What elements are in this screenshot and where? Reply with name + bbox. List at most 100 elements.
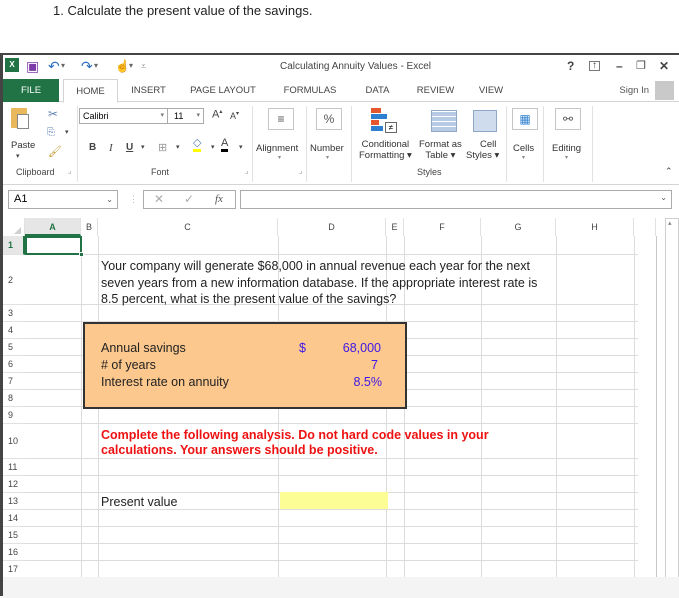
row-header-5[interactable]: 5: [3, 339, 25, 356]
number-format-icon[interactable]: %: [316, 108, 342, 130]
undo-icon[interactable]: ↶: [48, 58, 60, 74]
name-box[interactable]: A1 ⌄: [8, 190, 118, 209]
customize-qat-icon[interactable]: ⩡: [141, 58, 146, 74]
touch-dropdown-icon[interactable]: ▾: [129, 58, 133, 74]
column-header-e[interactable]: E: [386, 218, 404, 236]
chevron-down-icon[interactable]: ⌄: [106, 191, 113, 208]
font-launcher-icon[interactable]: ⌟: [245, 167, 248, 175]
paste-icon[interactable]: [11, 108, 29, 129]
row-header-11[interactable]: 11: [3, 459, 25, 476]
insert-function-icon[interactable]: fx: [215, 193, 223, 205]
tab-file[interactable]: FILE: [3, 79, 59, 102]
cell-styles-icon[interactable]: [473, 110, 497, 132]
copy-icon[interactable]: ⎘: [47, 127, 55, 138]
tab-home[interactable]: HOME: [63, 79, 118, 103]
increase-font-icon[interactable]: A▴: [212, 108, 222, 121]
tab-insert[interactable]: INSERT: [121, 79, 176, 102]
alignment-icon[interactable]: ≡: [268, 108, 294, 130]
paste-button[interactable]: Paste: [11, 140, 35, 151]
underline-button[interactable]: U: [126, 142, 133, 153]
confirm-entry-icon[interactable]: ✓: [184, 192, 194, 206]
vertical-scrollbar[interactable]: ▴: [665, 218, 679, 593]
cell-styles-button[interactable]: Cell Styles ▾: [466, 139, 499, 161]
sign-in-link[interactable]: Sign In: [619, 85, 649, 96]
paste-dropdown-icon[interactable]: ▾: [16, 152, 20, 160]
input-value-rate[interactable]: 8.5%: [293, 374, 383, 391]
present-value-answer-cell[interactable]: [280, 492, 388, 509]
undo-dropdown-icon[interactable]: ▾: [61, 58, 65, 74]
row-header-3[interactable]: 3: [3, 305, 25, 322]
restore-icon[interactable]: ❐: [636, 59, 646, 72]
format-as-table-icon[interactable]: [431, 110, 457, 132]
font-color-dropdown-icon[interactable]: ▾: [239, 143, 243, 151]
row-header-6[interactable]: 6: [3, 356, 25, 373]
avatar[interactable]: [655, 81, 674, 100]
help-icon[interactable]: ?: [567, 59, 574, 73]
row-header-7[interactable]: 7: [3, 373, 25, 390]
conditional-formatting-button[interactable]: Conditional Formatting ▾: [359, 139, 412, 161]
row-header-4[interactable]: 4: [3, 322, 25, 339]
tab-data[interactable]: DATA: [355, 79, 400, 102]
scroll-up-icon[interactable]: ▴: [668, 219, 672, 227]
row-header-1[interactable]: 1: [3, 236, 25, 255]
decrease-font-icon[interactable]: A▾: [230, 110, 239, 121]
fill-color-dropdown-icon[interactable]: ▾: [211, 143, 215, 151]
underline-dropdown-icon[interactable]: ▾: [141, 143, 145, 151]
ribbon-display-icon[interactable]: ↑: [589, 61, 600, 71]
save-icon[interactable]: ▣: [26, 58, 39, 74]
fill-handle[interactable]: [79, 252, 84, 257]
input-value-years[interactable]: 7: [293, 357, 378, 374]
conditional-formatting-icon[interactable]: ≠: [371, 108, 397, 134]
italic-button[interactable]: I: [109, 142, 113, 154]
borders-dropdown-icon[interactable]: ▾: [176, 143, 180, 151]
row-header-14[interactable]: 14: [3, 510, 25, 527]
tab-formulas[interactable]: FORMULAS: [275, 79, 345, 102]
row-header-12[interactable]: 12: [3, 476, 25, 493]
font-color-icon[interactable]: A: [221, 137, 229, 152]
row-header-15[interactable]: 15: [3, 527, 25, 544]
column-header-extra[interactable]: [634, 218, 656, 236]
format-as-table-button[interactable]: Format as Table ▾: [419, 139, 462, 161]
input-value-annual-savings[interactable]: 68,000: [293, 340, 381, 357]
row-header-9[interactable]: 9: [3, 407, 25, 424]
number-button[interactable]: Number: [310, 143, 344, 154]
bold-button[interactable]: B: [89, 142, 96, 153]
column-header-f[interactable]: F: [404, 218, 481, 236]
column-header-b[interactable]: B: [81, 218, 98, 236]
find-binoculars-icon[interactable]: ⚯: [555, 108, 581, 130]
column-header-d[interactable]: D: [278, 218, 386, 236]
alignment-button[interactable]: Alignment: [256, 143, 298, 154]
borders-icon[interactable]: ⊞: [158, 141, 167, 154]
touch-mode-icon[interactable]: ☝: [115, 58, 130, 74]
select-all-corner[interactable]: [3, 218, 25, 236]
selected-cell-a1[interactable]: [25, 236, 84, 257]
row-header-17[interactable]: 17: [3, 561, 25, 578]
minimize-icon[interactable]: –: [616, 59, 623, 73]
clipboard-launcher-icon[interactable]: ⌟: [68, 167, 71, 175]
column-header-a[interactable]: A: [25, 218, 81, 236]
expand-formula-bar-icon[interactable]: ⌄: [660, 193, 667, 202]
formula-bar-grip-icon[interactable]: ⋮: [129, 194, 138, 205]
alignment-launcher-icon[interactable]: ⌟: [299, 167, 302, 175]
row-header-8[interactable]: 8: [3, 390, 25, 407]
row-header-2[interactable]: 2: [3, 255, 25, 305]
close-icon[interactable]: ✕: [659, 59, 669, 73]
cells-icon[interactable]: ▦: [512, 108, 538, 130]
alignment-dropdown-icon[interactable]: ▾: [278, 154, 281, 161]
copy-dropdown-icon[interactable]: ▾: [65, 128, 69, 136]
column-header-c[interactable]: C: [98, 218, 278, 236]
cells-button[interactable]: Cells: [513, 143, 534, 154]
row-header-16[interactable]: 16: [3, 544, 25, 561]
collapse-ribbon-icon[interactable]: ⌃: [665, 166, 673, 177]
editing-button[interactable]: Editing: [552, 143, 581, 154]
column-header-g[interactable]: G: [481, 218, 556, 236]
column-header-h[interactable]: H: [556, 218, 634, 236]
font-name-select[interactable]: Calibri ▾: [79, 108, 168, 124]
format-painter-icon[interactable]: 🖌: [48, 145, 62, 158]
row-header-13[interactable]: 13: [3, 493, 25, 510]
font-size-select[interactable]: 11 ▾: [168, 108, 204, 124]
cancel-entry-icon[interactable]: ✕: [154, 192, 164, 206]
fill-color-icon[interactable]: ◇: [193, 138, 202, 152]
tab-view[interactable]: VIEW: [471, 79, 511, 102]
tab-page-layout[interactable]: PAGE LAYOUT: [183, 79, 263, 102]
